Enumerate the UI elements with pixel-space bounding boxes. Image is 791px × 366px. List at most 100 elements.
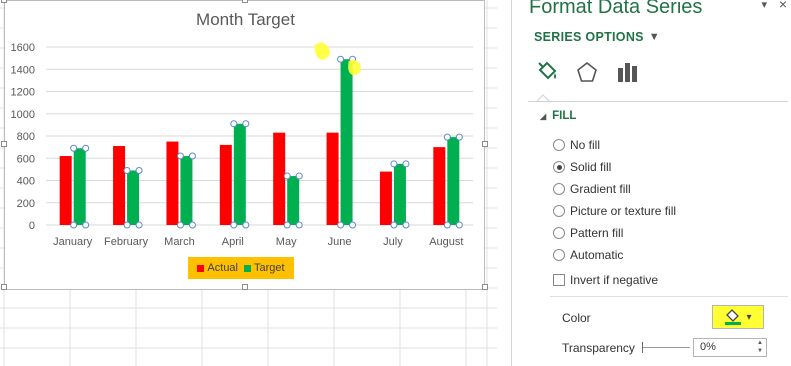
bar-target-may[interactable] xyxy=(287,176,300,225)
transparency-spinner[interactable]: ▲ ▼ xyxy=(757,339,763,355)
chart-area[interactable]: Month Target 1600 1400 1200 1000 800 600 400 20… xyxy=(1,0,488,291)
series-selection-handle[interactable] xyxy=(176,221,184,229)
series-selection-handle[interactable] xyxy=(242,120,250,128)
series-selection-handle[interactable] xyxy=(337,221,345,229)
legend-item-target[interactable]: Target xyxy=(244,262,285,274)
x-tick-label: June xyxy=(328,236,352,248)
series-selection-handle[interactable] xyxy=(242,221,250,229)
transparency-slider[interactable] xyxy=(642,342,690,353)
fill-color-bucket-icon xyxy=(725,309,742,325)
fill-option-gradient-fill[interactable]: Gradient fill xyxy=(553,182,631,196)
series-selection-handle[interactable] xyxy=(443,133,451,141)
series-selection-handle[interactable] xyxy=(82,221,90,229)
pane-close-icon[interactable]: × xyxy=(779,0,787,12)
series-selection-handle[interactable] xyxy=(455,133,463,141)
series-selection-handle[interactable] xyxy=(390,221,398,229)
radio-button[interactable] xyxy=(553,249,565,261)
bar-target-july[interactable] xyxy=(393,163,406,225)
series-selection-handle[interactable] xyxy=(230,221,238,229)
series-selection-handle[interactable] xyxy=(123,166,131,174)
series-selection-handle[interactable] xyxy=(123,221,131,229)
chart-resize-handle-left[interactable] xyxy=(1,141,7,147)
bar-target-march[interactable] xyxy=(180,156,193,225)
bar-target-january[interactable] xyxy=(73,148,86,225)
bar-actual-august[interactable] xyxy=(433,147,446,225)
fill-option-solid-fill[interactable]: Solid fill xyxy=(553,160,611,174)
series-selection-handle[interactable] xyxy=(70,221,78,229)
tab-series-options[interactable] xyxy=(612,57,642,87)
series-selection-handle[interactable] xyxy=(402,221,410,229)
bar-target-june[interactable] xyxy=(340,59,353,225)
spin-up-icon[interactable]: ▲ xyxy=(757,339,763,347)
radio-button[interactable] xyxy=(553,227,565,239)
chart-resize-handle-top[interactable] xyxy=(242,0,248,3)
fill-option-automatic[interactable]: Automatic xyxy=(553,248,623,262)
bar-target-february[interactable] xyxy=(127,170,140,225)
plot-area[interactable]: 1600 1400 1200 1000 800 600 400 200 0 January Febr… xyxy=(5,1,486,291)
radio-button[interactable] xyxy=(553,161,565,173)
fill-option-pattern-fill[interactable]: Pattern fill xyxy=(553,226,623,240)
pane-options-caret-icon[interactable]: ▾ xyxy=(761,0,767,11)
tab-fill-line[interactable] xyxy=(532,57,562,87)
series-selection-handle[interactable] xyxy=(188,221,196,229)
x-tick-label: January xyxy=(53,236,93,248)
series-selection-handle[interactable] xyxy=(455,221,463,229)
fill-option-label: Pattern fill xyxy=(570,226,624,240)
spin-down-icon[interactable]: ▼ xyxy=(757,347,763,355)
series-selection-handle[interactable] xyxy=(82,144,90,152)
transparency-input[interactable]: 0% ▲ ▼ xyxy=(693,338,767,357)
series-selection-handle[interactable] xyxy=(283,221,291,229)
radio-button[interactable] xyxy=(553,183,565,195)
spreadsheet-grid[interactable]: Month Target 1600 1400 1200 1000 800 600 400 20… xyxy=(0,0,497,366)
format-data-series-pane[interactable]: Format Data Series ▾ × SERIES OPTIONS ▼ … xyxy=(511,0,791,366)
y-tick-label: 800 xyxy=(17,131,35,143)
chart-resize-handle-bottom-right[interactable] xyxy=(482,284,488,290)
y-tick-label: 1200 xyxy=(11,87,35,99)
chart-resize-handle-bottom[interactable] xyxy=(242,284,248,290)
bar-target-april[interactable] xyxy=(233,123,246,225)
series-selection-handle[interactable] xyxy=(188,152,196,160)
radio-button[interactable] xyxy=(553,139,565,151)
series-selection-handle[interactable] xyxy=(70,144,78,152)
chart-resize-handle-right[interactable] xyxy=(482,141,488,147)
bar-actual-june[interactable] xyxy=(326,132,339,225)
checkbox-box[interactable] xyxy=(553,274,565,286)
series-options-dropdown[interactable]: SERIES OPTIONS ▼ xyxy=(534,30,660,44)
chevron-down-icon: ▼ xyxy=(648,31,660,43)
series-selection-handle[interactable] xyxy=(176,152,184,160)
series-selection-handle[interactable] xyxy=(390,160,398,168)
fill-option-picture-or-texture-fill[interactable]: Picture or texture fill xyxy=(553,204,676,218)
bar-actual-may[interactable] xyxy=(273,132,286,225)
fill-section-header[interactable]: ◢ FILL xyxy=(540,110,576,122)
series-selection-handle[interactable] xyxy=(349,221,357,229)
series-selection-handle[interactable] xyxy=(337,55,345,63)
chart-resize-handle-top-left[interactable] xyxy=(1,0,7,3)
series-selection-handle[interactable] xyxy=(283,172,291,180)
series-selection-handle[interactable] xyxy=(295,172,303,180)
tab-effects[interactable] xyxy=(572,57,602,87)
radio-button[interactable] xyxy=(553,205,565,217)
series-selection-handle[interactable] xyxy=(402,160,410,168)
color-label: Color xyxy=(562,311,591,325)
series-selection-handle[interactable] xyxy=(135,221,143,229)
legend-item-actual[interactable]: Actual xyxy=(197,262,238,274)
bar-actual-april[interactable] xyxy=(219,144,232,225)
series-selection-handle[interactable] xyxy=(135,166,143,174)
fill-section-label: FILL xyxy=(552,110,577,122)
bar-target-august[interactable] xyxy=(447,137,460,225)
chart-legend[interactable]: Actual Target xyxy=(188,257,294,279)
series-selection-handle[interactable] xyxy=(230,120,238,128)
bar-actual-february[interactable] xyxy=(113,146,126,225)
legend-swatch-target xyxy=(244,264,251,272)
series-selection-handle[interactable] xyxy=(443,221,451,229)
fill-option-no-fill[interactable]: No fill xyxy=(553,138,600,152)
chart-resize-handle-bottom-left[interactable] xyxy=(1,284,7,290)
invert-if-negative-checkbox[interactable]: Invert if negative xyxy=(553,273,658,287)
bar-actual-march[interactable] xyxy=(166,141,179,225)
bar-actual-july[interactable] xyxy=(379,171,392,225)
fill-color-button[interactable]: ▾ xyxy=(712,305,764,329)
series-selection-handle[interactable] xyxy=(295,221,303,229)
bar-actual-january[interactable] xyxy=(59,156,72,225)
legend-swatch-actual xyxy=(197,264,205,272)
highlight-mark xyxy=(314,42,330,60)
